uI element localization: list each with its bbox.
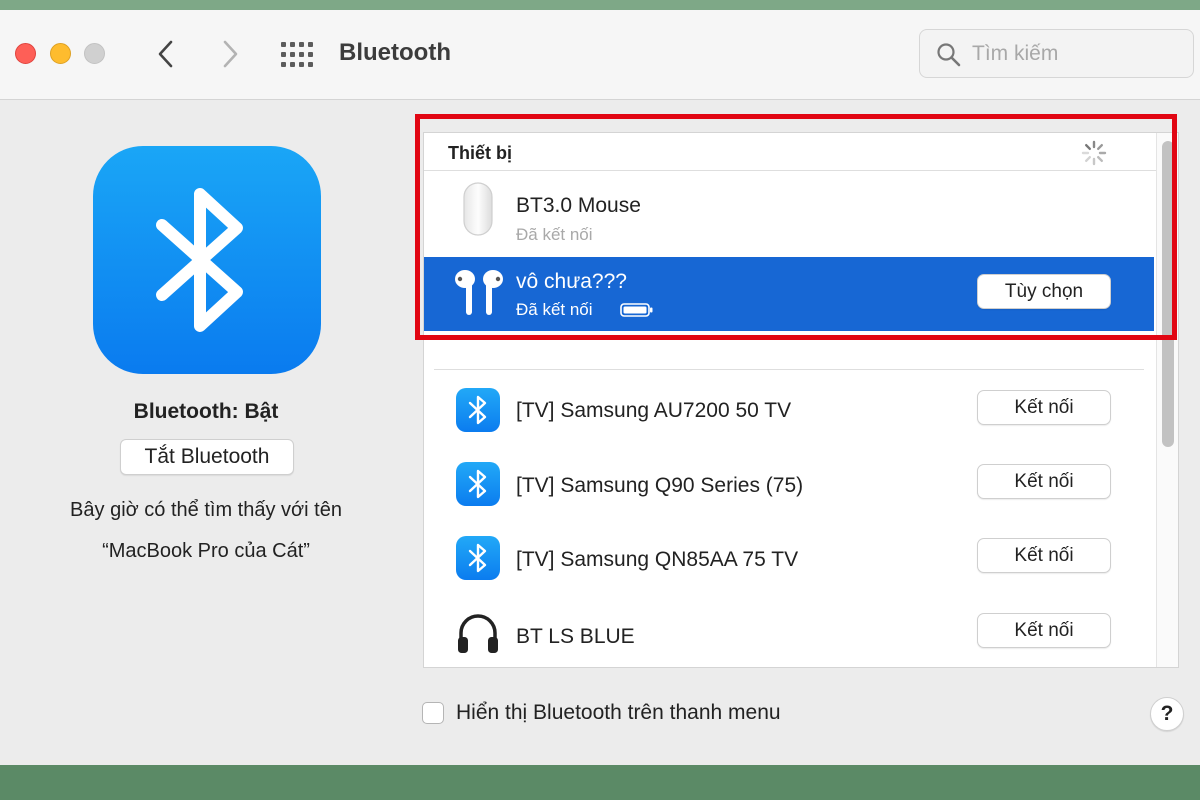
connect-button[interactable]: Kết nối	[977, 538, 1111, 573]
device-row-nearby[interactable]: [TV] Samsung Q90 Series (75) Kết nối	[424, 449, 1154, 525]
devices-header: Thiết bị	[424, 133, 1156, 171]
chevron-left-icon	[158, 40, 173, 68]
device-status: Đã kết nối	[516, 300, 593, 319]
chevron-right-icon	[223, 40, 238, 68]
show-in-menu-bar-label[interactable]: Hiển thị Bluetooth trên thanh menu	[456, 701, 781, 725]
system-preferences-window: Bluetooth Tìm kiếm Bluetooth: Bật Tắt Bl…	[0, 10, 1200, 765]
window-title: Bluetooth	[339, 39, 451, 66]
device-name: [TV] Samsung AU7200 50 TV	[516, 399, 792, 422]
connect-button[interactable]: Kết nối	[977, 390, 1111, 425]
connect-button[interactable]: Kết nối	[977, 613, 1111, 648]
turn-off-bluetooth-button[interactable]: Tắt Bluetooth	[120, 439, 294, 475]
device-row-airpods[interactable]: vô chưa??? Đã kết nối Tùy chọn	[424, 257, 1154, 331]
device-name: vô chưa???	[516, 270, 627, 293]
device-name: BT3.0 Mouse	[516, 194, 641, 217]
bluetooth-icon	[456, 462, 500, 506]
back-button[interactable]	[148, 36, 184, 72]
airpods-icon	[455, 270, 503, 315]
devices-header-title: Thiết bị	[448, 143, 512, 163]
list-separator	[434, 369, 1144, 370]
device-row-nearby[interactable]: [TV] Samsung AU7200 50 TV Kết nối	[424, 373, 1154, 449]
bluetooth-icon	[456, 536, 500, 580]
device-row-nearby[interactable]: BT LS BLUE Kết nối	[424, 601, 1154, 667]
forward-button[interactable]	[212, 36, 248, 72]
discoverable-line-1: Bây giờ có thể tìm thấy với tên	[70, 499, 342, 521]
device-list[interactable]: Thiết bị BT3.0 Mouse Đã kết nối vô chưa?…	[423, 132, 1179, 668]
show-all-grid-icon[interactable]	[279, 40, 315, 70]
help-button[interactable]: ?	[1150, 697, 1184, 731]
minimize-window-button[interactable]	[50, 43, 71, 64]
scrollbar[interactable]	[1156, 133, 1178, 667]
searching-spinner-icon	[1081, 140, 1107, 166]
options-button[interactable]: Tùy chọn	[977, 274, 1111, 309]
device-name: BT LS BLUE	[516, 625, 635, 648]
background-bottom	[0, 765, 1200, 800]
search-field[interactable]: Tìm kiếm	[919, 29, 1194, 78]
background-top	[0, 0, 1200, 10]
bluetooth-logo-icon	[93, 146, 321, 374]
discoverable-computer-name: “MacBook Pro của Cát”	[102, 540, 310, 562]
device-name: [TV] Samsung Q90 Series (75)	[516, 474, 804, 497]
zoom-window-button[interactable]	[84, 43, 105, 64]
close-window-button[interactable]	[15, 43, 36, 64]
mouse-icon	[463, 182, 493, 236]
device-name: [TV] Samsung QN85AA 75 TV	[516, 548, 799, 571]
search-icon	[937, 43, 961, 67]
device-row-mouse[interactable]: BT3.0 Mouse Đã kết nối	[424, 173, 1154, 247]
battery-icon	[620, 303, 653, 317]
bluetooth-status: Bluetooth: Bật	[133, 400, 279, 423]
connect-button[interactable]: Kết nối	[977, 464, 1111, 499]
search-placeholder: Tìm kiếm	[972, 42, 1059, 65]
show-in-menu-bar-checkbox[interactable]	[422, 702, 444, 724]
discoverable-text: Bây giờ có thể tìm thấy với tên “MacBook…	[0, 490, 412, 572]
scrollbar-thumb[interactable]	[1162, 141, 1174, 447]
device-status: Đã kết nối	[516, 225, 593, 244]
headphones-icon	[458, 614, 498, 653]
bluetooth-icon	[456, 388, 500, 432]
toolbar: Bluetooth Tìm kiếm	[0, 10, 1200, 100]
device-row-nearby[interactable]: [TV] Samsung QN85AA 75 TV Kết nối	[424, 525, 1154, 601]
